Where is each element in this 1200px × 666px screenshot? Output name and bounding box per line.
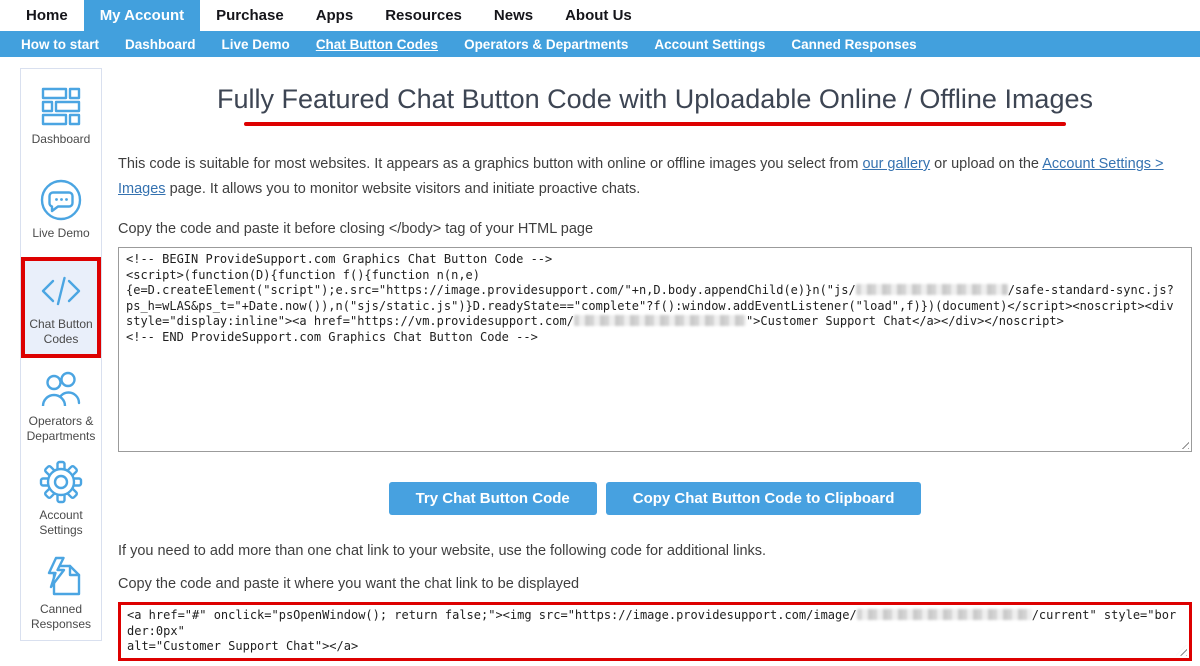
topnav-item-home[interactable]: Home [10,0,84,31]
sidebar-item-live-demo[interactable]: Live Demo [21,163,101,257]
code-text: alt="Customer Support Chat"></a> [127,639,358,653]
topnav-item-news[interactable]: News [478,0,549,31]
dashboard-icon [39,84,83,128]
subnav-item-dashboard[interactable]: Dashboard [112,37,209,52]
account-sub-navigation: How to startDashboardLive DemoChat Butto… [0,31,1200,57]
topnav-item-about-us[interactable]: About Us [549,0,648,31]
title-red-annotation-underline [244,122,1066,126]
sidebar-item-canned-responses[interactable]: CannedResponses [21,546,101,640]
redacted-account-id [574,315,746,326]
code-text: ">Customer Support Chat</a></div></noscr… [746,314,1064,328]
topnav-item-resources[interactable]: Resources [369,0,478,31]
top-navigation: HomeMy AccountPurchaseAppsResourcesNewsA… [0,0,1200,31]
sidebar-item-account-settings[interactable]: AccountSettings [21,452,101,546]
sidebar-item-operators-departments[interactable]: Operators &Departments [21,358,101,452]
sidebar-item-label: CannedResponses [31,602,91,632]
resize-grip-icon[interactable] [1178,438,1189,449]
sidebar-item-label: Live Demo [32,226,89,241]
subnav-item-operators-departments[interactable]: Operators & Departments [451,37,641,52]
our-gallery-link[interactable]: our gallery [862,156,930,172]
subnav-item-chat-button-codes[interactable]: Chat Button Codes [303,37,451,52]
redacted-account-id [856,284,1008,295]
intro-paragraph: This code is suitable for most websites.… [118,152,1192,201]
code-line: alt="Customer Support Chat"></a> [127,639,1183,655]
try-chat-button-code-button[interactable]: Try Chat Button Code [389,482,597,515]
code-line: style="display:inline"><a href="https://… [126,314,1184,330]
sidebar-item-chat-button-codes[interactable]: Chat ButtonCodes [21,257,101,359]
chat-button-code-textarea[interactable]: <!-- BEGIN ProvideSupport.com Graphics C… [118,247,1192,452]
topnav-item-my-account[interactable]: My Account [84,0,200,31]
code-text: {e=D.createElement("script");e.src="http… [126,283,856,297]
intro-text-1: This code is suitable for most websites.… [118,156,862,172]
canned-responses-icon [39,554,83,598]
code-text: <!-- END ProvideSupport.com Graphics Cha… [126,330,538,344]
sidebar-item-label: Operators &Departments [27,414,96,444]
intro-text-2: or upload on the [930,156,1042,172]
more-links-text: If you need to add more than one chat li… [118,543,1192,559]
topnav-item-apps[interactable]: Apps [300,0,370,31]
code-line: <a href="#" onclick="psOpenWindow(); ret… [127,608,1183,639]
copy-instruction-1: Copy the code and paste it before closin… [118,221,1192,237]
copy-chat-button-code-button[interactable]: Copy Chat Button Code to Clipboard [606,482,922,515]
sidebar-item-label: Chat ButtonCodes [29,317,92,347]
operators-departments-icon [39,366,83,410]
code-text: <!-- BEGIN ProvideSupport.com Graphics C… [126,252,552,266]
code-text: /safe-standard-sync.js? [1008,283,1174,297]
chat-button-codes-icon [39,269,83,313]
code-line: <script>(function(D){function f(){functi… [126,268,1184,284]
copy-instruction-2: Copy the code and paste it where you wan… [118,576,1192,592]
subnav-item-live-demo[interactable]: Live Demo [209,37,303,52]
sidebar-item-dashboard[interactable]: Dashboard [21,69,101,163]
code-line: <!-- END ProvideSupport.com Graphics Cha… [126,330,1184,346]
subnav-item-account-settings[interactable]: Account Settings [641,37,778,52]
chat-link-code-textarea-red-annotated[interactable]: <a href="#" onclick="psOpenWindow(); ret… [118,602,1192,661]
sidebar: Dashboard Live Demo Chat ButtonCodes Operat… [20,68,102,641]
button-row: Try Chat Button Code Copy Chat Button Co… [118,482,1192,515]
code-text: <script>(function(D){function f(){functi… [126,268,480,282]
code-line: {e=D.createElement("script");e.src="http… [126,283,1184,299]
code-text: ps_h=wLAS&ps_t="+Date.now()),n("sjs/stat… [126,299,1174,313]
code-text: <a href="#" onclick="psOpenWindow(); ret… [127,608,857,622]
intro-text-3: page. It allows you to monitor website v… [166,181,641,197]
main-content: Fully Featured Chat Button Code with Upl… [118,60,1192,661]
topnav-item-purchase[interactable]: Purchase [200,0,300,31]
sidebar-item-label: AccountSettings [39,508,82,538]
page-title: Fully Featured Chat Button Code with Upl… [118,84,1192,115]
code-line: ps_h=wLAS&ps_t="+Date.now()),n("sjs/stat… [126,299,1184,315]
subnav-item-how-to-start[interactable]: How to start [8,37,112,52]
live-demo-icon [39,178,83,222]
code-line: <!-- BEGIN ProvideSupport.com Graphics C… [126,252,1184,268]
subnav-item-canned-responses[interactable]: Canned Responses [778,37,929,52]
redacted-account-id [857,609,1032,620]
account-settings-icon [39,460,83,504]
code-text: style="display:inline"><a href="https://… [126,314,574,328]
sidebar-item-label: Dashboard [32,132,91,147]
